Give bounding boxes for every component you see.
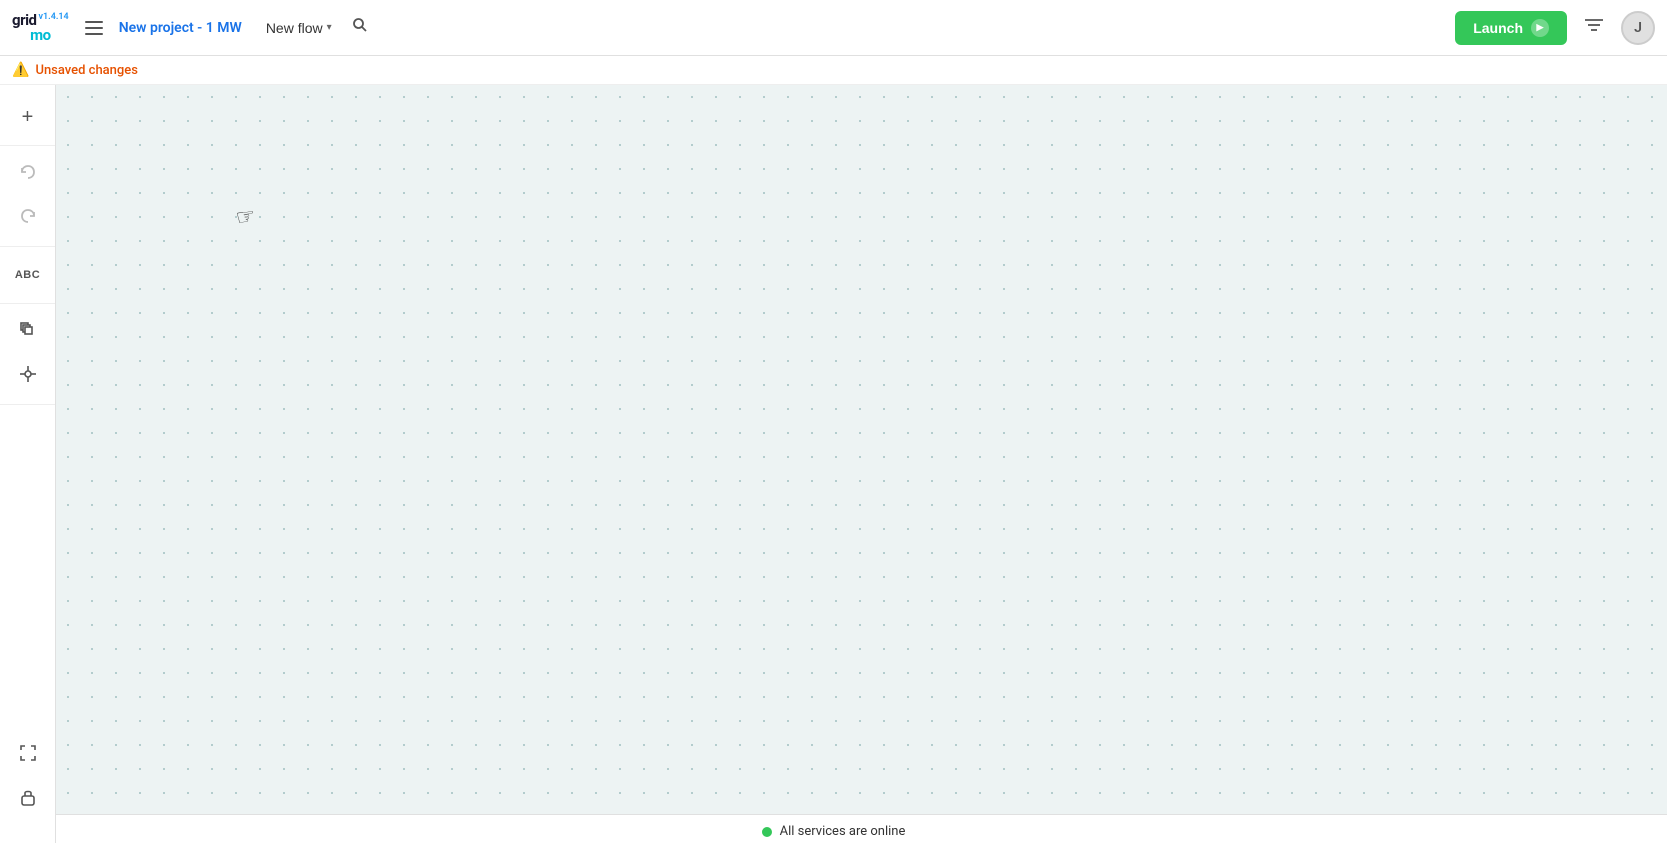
toolbar-group-bottom (0, 735, 55, 827)
hamburger-line-2 (85, 27, 103, 29)
toolbar-group-history (0, 154, 55, 247)
flow-dropdown-label: New flow (266, 20, 323, 36)
launch-button[interactable]: Launch ▶ (1455, 11, 1567, 45)
abc-icon: ABC (15, 269, 40, 281)
cursor-indicator: ☞ (234, 203, 258, 231)
status-bar: All services are online (0, 814, 1667, 848)
status-dot-icon (762, 827, 772, 837)
logo-area: grid v1.4.14 mo (12, 13, 69, 43)
logo-mo-row: mo (30, 28, 50, 43)
redo-button[interactable] (8, 198, 48, 238)
search-icon (352, 20, 368, 37)
plus-icon: + (22, 106, 34, 129)
chevron-down-icon: ▾ (327, 22, 332, 33)
hamburger-line-3 (85, 33, 103, 35)
undo-icon (19, 163, 37, 186)
node-icon (19, 365, 37, 388)
hamburger-line-1 (85, 21, 103, 23)
redo-icon (19, 207, 37, 230)
layers-button[interactable] (8, 312, 48, 352)
toolbar-group-text: ABC (0, 255, 55, 304)
undo-button[interactable] (8, 154, 48, 194)
logo-box: grid v1.4.14 mo (12, 13, 69, 43)
avatar-button[interactable]: J (1621, 11, 1655, 45)
status-text: All services are online (780, 824, 906, 839)
header-right: Launch ▶ J (1455, 11, 1655, 45)
fit-screen-icon (19, 744, 37, 767)
warning-icon: ⚠️ (12, 62, 29, 78)
filter-button[interactable] (1579, 11, 1609, 44)
zoom-in-button[interactable]: + (8, 97, 48, 137)
layers-icon (19, 321, 37, 344)
lock-icon (20, 788, 36, 811)
play-icon: ▶ (1531, 19, 1549, 37)
project-name[interactable]: New project - 1 MW (119, 20, 242, 36)
node-button[interactable] (8, 356, 48, 396)
flow-dropdown-button[interactable]: New flow ▾ (258, 16, 340, 40)
unsaved-changes-bar: ⚠️ Unsaved changes (0, 56, 1667, 85)
unsaved-changes-text: Unsaved changes (35, 63, 138, 78)
version-badge: v1.4.14 (38, 13, 68, 22)
fit-screen-button[interactable] (8, 735, 48, 775)
filter-icon (1585, 20, 1603, 37)
toolbar-group-layers (0, 312, 55, 405)
logo-mo-text: mo (30, 28, 50, 43)
launch-label: Launch (1473, 20, 1523, 36)
search-button[interactable] (344, 9, 376, 46)
menu-button[interactable] (77, 13, 111, 43)
avatar-initial: J (1634, 20, 1642, 36)
toolbar-group-zoom: + (0, 97, 55, 146)
lock-button[interactable] (8, 779, 48, 819)
main-canvas[interactable]: ☞ (56, 85, 1667, 843)
header: grid v1.4.14 mo New project - 1 MW New f… (0, 0, 1667, 56)
text-tool-button[interactable]: ABC (8, 255, 48, 295)
left-toolbar: + (0, 85, 56, 843)
canvas-area: + (0, 85, 1667, 843)
